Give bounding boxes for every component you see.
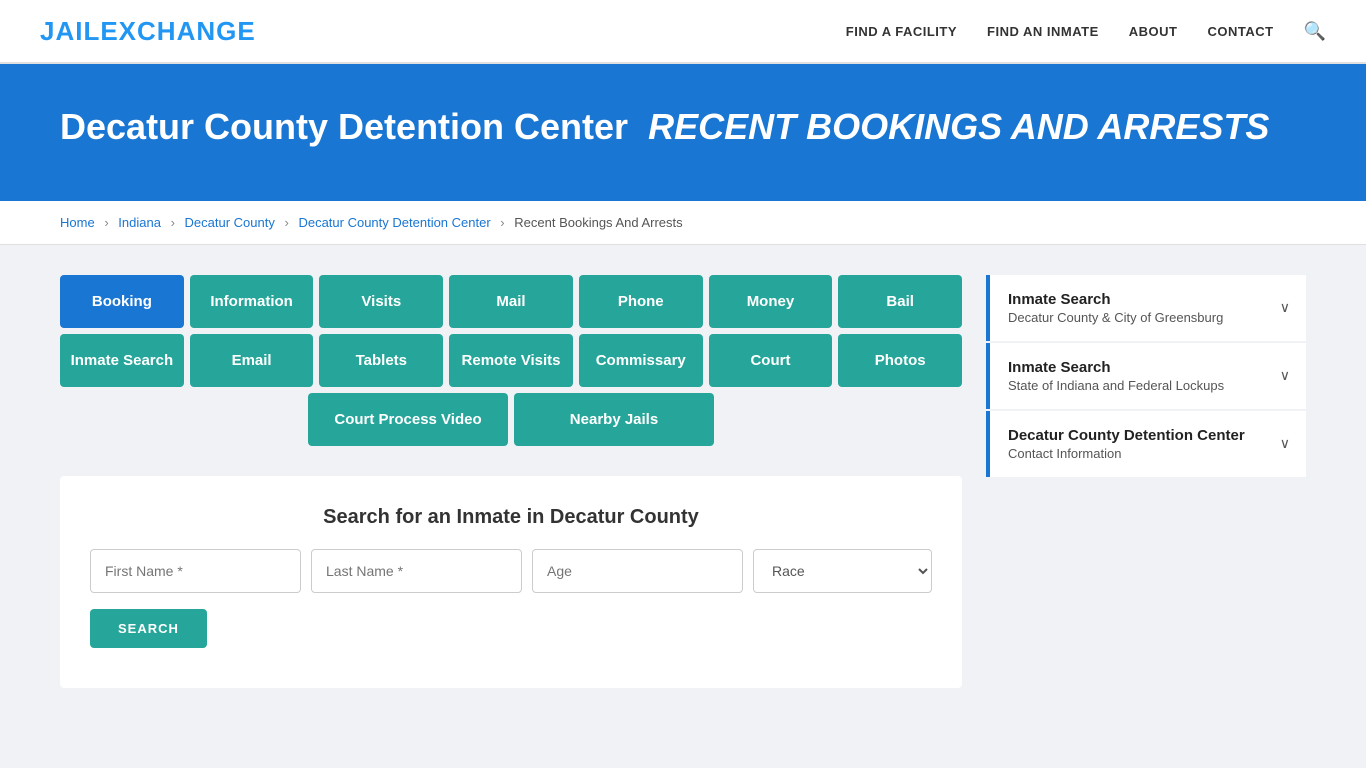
nav-row-3: Court Process Video Nearby Jails (60, 393, 962, 446)
btn-nearby-jails[interactable]: Nearby Jails (514, 393, 714, 446)
search-icon-button[interactable]: 🔍 (1304, 21, 1326, 42)
btn-phone[interactable]: Phone (579, 275, 703, 328)
btn-court-process-video[interactable]: Court Process Video (308, 393, 508, 446)
chevron-down-icon-3: ∨ (1280, 435, 1290, 452)
btn-mail[interactable]: Mail (449, 275, 573, 328)
left-content: Booking Information Visits Mail Phone Mo… (60, 275, 962, 688)
race-select[interactable]: Race White Black Hispanic Asian Other (753, 549, 932, 593)
sidebar-subtitle-3: Contact Information (1008, 446, 1245, 461)
btn-booking[interactable]: Booking (60, 275, 184, 328)
logo-part2-colored: EXCHANGE (100, 16, 255, 46)
btn-visits[interactable]: Visits (319, 275, 443, 328)
breadcrumb-sep-4: › (500, 215, 504, 230)
sidebar-item-contact-info[interactable]: Decatur County Detention Center Contact … (986, 411, 1306, 477)
sidebar-title-3: Decatur County Detention Center (1008, 427, 1245, 444)
btn-commissary[interactable]: Commissary (579, 334, 703, 387)
btn-remote-visits[interactable]: Remote Visits (449, 334, 573, 387)
btn-email[interactable]: Email (190, 334, 314, 387)
nav-button-grid: Booking Information Visits Mail Phone Mo… (60, 275, 962, 446)
search-title: Search for an Inmate in Decatur County (90, 506, 932, 529)
breadcrumb: Home › Indiana › Decatur County › Decatu… (0, 201, 1366, 245)
sidebar-text-2: Inmate Search State of Indiana and Feder… (1008, 359, 1224, 393)
hero-title-main: Decatur County Detention Center (60, 106, 628, 147)
nav-row-1: Booking Information Visits Mail Phone Mo… (60, 275, 962, 328)
sidebar-title-1: Inmate Search (1008, 291, 1223, 308)
btn-photos[interactable]: Photos (838, 334, 962, 387)
sidebar-text-1: Inmate Search Decatur County & City of G… (1008, 291, 1223, 325)
logo-part1: JAIL (40, 16, 100, 46)
page-title: Decatur County Detention Center RECENT B… (60, 104, 1306, 151)
breadcrumb-home[interactable]: Home (60, 215, 95, 230)
hero-section: Decatur County Detention Center RECENT B… (0, 64, 1366, 201)
hero-title-italic: RECENT BOOKINGS AND ARRESTS (648, 106, 1269, 147)
nav-find-facility[interactable]: FIND A FACILITY (846, 24, 957, 39)
main-content: Booking Information Visits Mail Phone Mo… (0, 245, 1366, 718)
sidebar-item-inmate-search-2[interactable]: Inmate Search State of Indiana and Feder… (986, 343, 1306, 409)
site-logo[interactable]: JAILEXCHANGE (40, 16, 256, 47)
last-name-input[interactable] (311, 549, 522, 593)
breadcrumb-facility[interactable]: Decatur County Detention Center (298, 215, 490, 230)
chevron-down-icon-1: ∨ (1280, 299, 1290, 316)
nav-find-inmate[interactable]: FIND AN INMATE (987, 24, 1099, 39)
btn-information[interactable]: Information (190, 275, 314, 328)
search-button[interactable]: SEARCH (90, 609, 207, 648)
btn-court[interactable]: Court (709, 334, 833, 387)
first-name-input[interactable] (90, 549, 301, 593)
sidebar-subtitle-1: Decatur County & City of Greensburg (1008, 310, 1223, 325)
breadcrumb-sep-2: › (171, 215, 175, 230)
search-fields: Race White Black Hispanic Asian Other (90, 549, 932, 593)
btn-tablets[interactable]: Tablets (319, 334, 443, 387)
sidebar-item-inmate-search-1[interactable]: Inmate Search Decatur County & City of G… (986, 275, 1306, 341)
age-input[interactable] (532, 549, 743, 593)
breadcrumb-decatur-county[interactable]: Decatur County (185, 215, 275, 230)
site-header: JAILEXCHANGE FIND A FACILITY FIND AN INM… (0, 0, 1366, 64)
btn-bail[interactable]: Bail (838, 275, 962, 328)
chevron-down-icon-2: ∨ (1280, 367, 1290, 384)
btn-inmate-search[interactable]: Inmate Search (60, 334, 184, 387)
breadcrumb-current: Recent Bookings And Arrests (514, 215, 682, 230)
main-nav: FIND A FACILITY FIND AN INMATE ABOUT CON… (846, 21, 1326, 42)
inmate-search-panel: Search for an Inmate in Decatur County R… (60, 476, 962, 688)
btn-money[interactable]: Money (709, 275, 833, 328)
nav-contact[interactable]: CONTACT (1207, 24, 1273, 39)
sidebar-title-2: Inmate Search (1008, 359, 1224, 376)
right-sidebar: Inmate Search Decatur County & City of G… (986, 275, 1306, 479)
breadcrumb-indiana[interactable]: Indiana (118, 215, 161, 230)
nav-about[interactable]: ABOUT (1129, 24, 1178, 39)
breadcrumb-sep-3: › (284, 215, 288, 230)
sidebar-subtitle-2: State of Indiana and Federal Lockups (1008, 378, 1224, 393)
breadcrumb-sep-1: › (104, 215, 108, 230)
nav-row-2: Inmate Search Email Tablets Remote Visit… (60, 334, 962, 387)
sidebar-text-3: Decatur County Detention Center Contact … (1008, 427, 1245, 461)
